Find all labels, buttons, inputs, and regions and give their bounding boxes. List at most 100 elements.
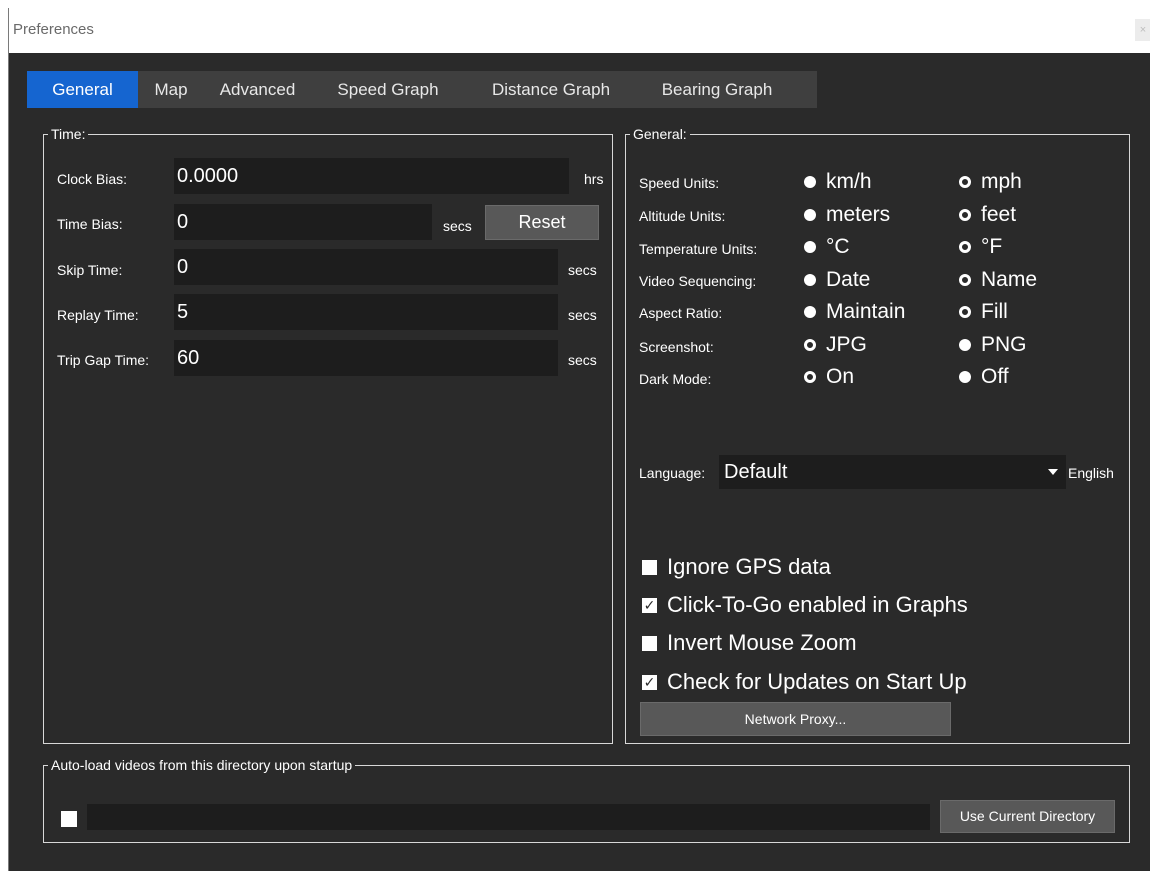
aspect-ratio-label: Aspect Ratio: <box>639 305 723 321</box>
altitude-units-feet-radio[interactable]: feet <box>959 203 1016 227</box>
radio-label: meters <box>826 203 891 226</box>
general-group: General: Speed Units: km/h mph Altitude … <box>625 125 1130 744</box>
clock-bias-input[interactable]: 0.0000 <box>174 158 569 194</box>
radio-label: Date <box>826 268 871 291</box>
chevron-down-icon <box>1048 469 1058 475</box>
altitude-units-meters-radio[interactable]: meters <box>804 203 890 227</box>
trip-gap-time-input[interactable]: 60 <box>174 340 558 376</box>
preferences-window: Preferences × General Map Advanced Speed… <box>8 8 1150 871</box>
dark-mode-label: Dark Mode: <box>639 371 712 387</box>
tab-general[interactable]: General <box>27 71 138 108</box>
time-bias-unit: secs <box>443 218 472 234</box>
radio-unselected-icon <box>959 306 971 318</box>
radio-label: JPG <box>826 333 867 356</box>
language-select[interactable]: Default <box>719 455 1066 489</box>
radio-selected-icon <box>804 209 816 221</box>
radio-unselected-icon <box>959 209 971 221</box>
speed-units-label: Speed Units: <box>639 175 720 191</box>
radio-label: °C <box>826 235 850 258</box>
invert-zoom-checkbox[interactable]: Invert Mouse Zoom <box>642 630 857 656</box>
tab-distance-graph[interactable]: Distance Graph <box>465 71 637 108</box>
radio-label: Off <box>981 365 1009 388</box>
checkbox-label: Invert Mouse Zoom <box>667 630 857 655</box>
trip-gap-time-unit: secs <box>568 352 597 368</box>
aspect-ratio-maintain-radio[interactable]: Maintain <box>804 300 905 324</box>
autoload-directory-input[interactable] <box>87 804 930 830</box>
temperature-units-celsius-radio[interactable]: °C <box>804 235 850 259</box>
tab-speed-graph[interactable]: Speed Graph <box>311 71 465 108</box>
video-sequencing-name-radio[interactable]: Name <box>959 268 1037 292</box>
radio-selected-icon <box>804 241 816 253</box>
aspect-ratio-fill-radio[interactable]: Fill <box>959 300 1008 324</box>
speed-units-kmh-radio[interactable]: km/h <box>804 170 872 194</box>
replay-time-label: Replay Time: <box>57 307 139 323</box>
check-updates-checkbox[interactable]: ✓ Check for Updates on Start Up <box>642 669 967 695</box>
checkbox-label: Check for Updates on Start Up <box>667 669 967 694</box>
time-group: Time: Clock Bias: 0.0000 hrs Time Bias: … <box>43 125 613 744</box>
time-bias-label: Time Bias: <box>57 216 123 232</box>
checkbox-label: Click-To-Go enabled in Graphs <box>667 592 968 617</box>
click-to-go-checkbox[interactable]: ✓ Click-To-Go enabled in Graphs <box>642 592 968 618</box>
checkbox-checked-icon: ✓ <box>642 673 657 690</box>
temperature-units-label: Temperature Units: <box>639 241 758 257</box>
dark-mode-off-radio[interactable]: Off <box>959 365 1009 389</box>
skip-time-label: Skip Time: <box>57 262 123 278</box>
language-label: Language: <box>639 465 706 481</box>
radio-selected-icon <box>959 371 971 383</box>
radio-label: mph <box>981 170 1022 193</box>
language-suffix: English <box>1068 465 1114 481</box>
radio-unselected-icon <box>959 274 971 286</box>
temperature-units-fahrenheit-radio[interactable]: °F <box>959 235 1002 259</box>
radio-label: °F <box>981 235 1003 258</box>
screenshot-jpg-radio[interactable]: JPG <box>804 333 867 357</box>
skip-time-unit: secs <box>568 262 597 278</box>
dark-mode-on-radio[interactable]: On <box>804 365 854 389</box>
time-group-legend: Time: <box>48 125 89 143</box>
radio-unselected-icon <box>804 339 816 351</box>
use-current-directory-button[interactable]: Use Current Directory <box>940 800 1115 833</box>
replay-time-input[interactable]: 5 <box>174 294 558 330</box>
radio-label: On <box>826 365 855 388</box>
radio-label: Maintain <box>826 300 906 323</box>
video-sequencing-label: Video Sequencing: <box>639 273 757 289</box>
video-sequencing-date-radio[interactable]: Date <box>804 268 870 292</box>
ignore-gps-checkbox[interactable]: Ignore GPS data <box>642 554 831 580</box>
radio-label: PNG <box>981 333 1027 356</box>
replay-time-unit: secs <box>568 307 597 323</box>
tab-bearing-graph[interactable]: Bearing Graph <box>637 71 797 108</box>
reset-button[interactable]: Reset <box>485 205 599 240</box>
title-bar: Preferences × <box>9 8 1150 53</box>
autoload-group-legend: Auto-load videos from this directory upo… <box>48 756 356 774</box>
tab-bar: General Map Advanced Speed Graph Distanc… <box>27 71 817 108</box>
time-bias-input[interactable]: 0 <box>174 204 432 240</box>
checkbox-label: Ignore GPS data <box>667 554 831 579</box>
screenshot-png-radio[interactable]: PNG <box>959 333 1027 357</box>
altitude-units-label: Altitude Units: <box>639 208 726 224</box>
clock-bias-label: Clock Bias: <box>57 171 128 187</box>
trip-gap-time-label: Trip Gap Time: <box>57 352 150 368</box>
clock-bias-unit: hrs <box>584 171 604 187</box>
general-group-legend: General: <box>630 125 690 143</box>
autoload-checkbox[interactable] <box>61 811 77 827</box>
radio-unselected-icon <box>804 371 816 383</box>
tab-advanced[interactable]: Advanced <box>204 71 311 108</box>
radio-selected-icon <box>959 339 971 351</box>
language-select-value: Default <box>724 461 788 483</box>
checkbox-checked-icon: ✓ <box>642 596 657 613</box>
radio-selected-icon <box>804 176 816 188</box>
tab-map[interactable]: Map <box>138 71 204 108</box>
window-title: Preferences <box>13 21 94 38</box>
checkbox-unchecked-icon <box>642 559 657 575</box>
radio-label: km/h <box>826 170 872 193</box>
radio-label: feet <box>981 203 1017 226</box>
skip-time-input[interactable]: 0 <box>174 249 558 285</box>
radio-selected-icon <box>804 306 816 318</box>
radio-label: Fill <box>981 300 1008 323</box>
speed-units-mph-radio[interactable]: mph <box>959 170 1022 194</box>
network-proxy-button[interactable]: Network Proxy... <box>640 702 951 736</box>
screenshot-label: Screenshot: <box>639 339 714 355</box>
autoload-group: Auto-load videos from this directory upo… <box>43 756 1130 843</box>
checkbox-unchecked-icon <box>642 635 657 651</box>
close-icon[interactable]: × <box>1135 19 1150 41</box>
radio-unselected-icon <box>959 176 971 188</box>
